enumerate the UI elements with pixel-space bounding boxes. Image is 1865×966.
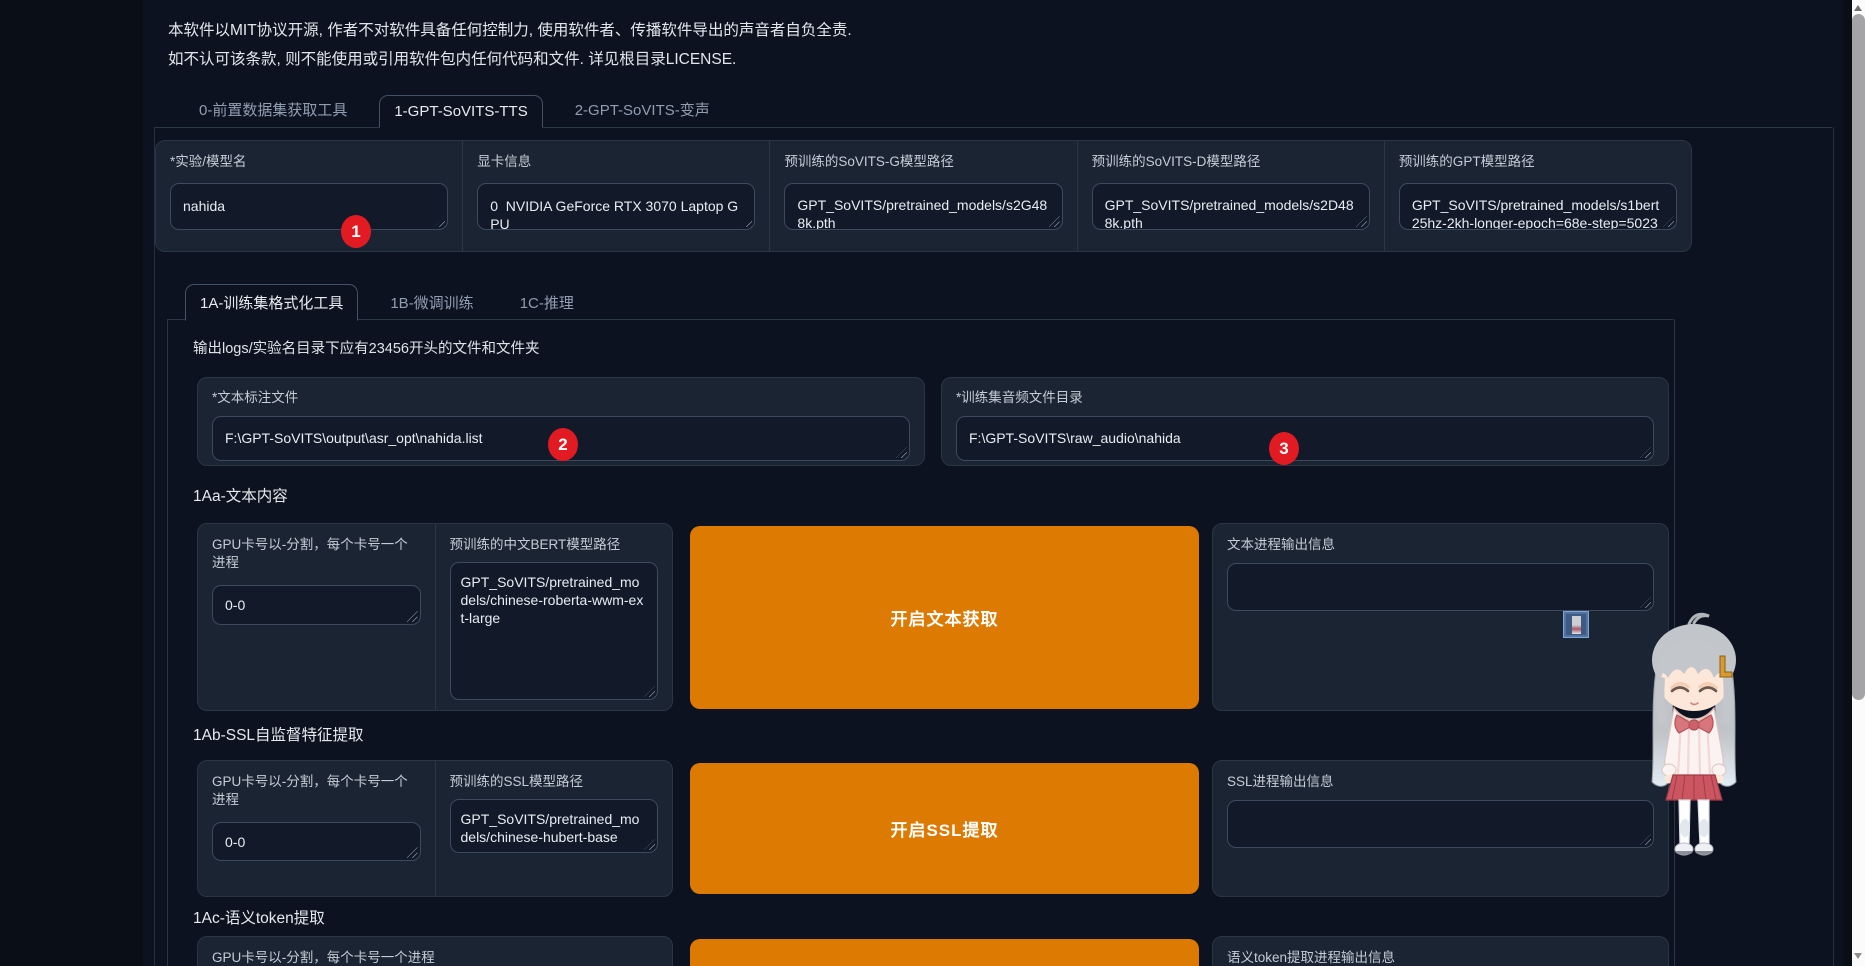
semantic-token-output-block: 语义token提取进程输出信息	[1212, 936, 1669, 966]
field-sovits-g-path: 预训练的SoVITS-G模型路径 GPT_SoVITS/pretrained_m…	[769, 141, 1076, 251]
experiment-settings-row: *实验/模型名 nahida 显卡信息 0 NVIDIA GeForce RTX…	[155, 140, 1692, 252]
scrollbar-up-arrow-icon[interactable]	[1854, 5, 1862, 11]
field-experiment-name: *实验/模型名 nahida	[156, 141, 462, 251]
gpu-ids-input-ab[interactable]: 0-0	[212, 822, 421, 861]
field-bert-path: 预训练的中文BERT模型路径 GPT_SoVITS/pretrained_mod…	[434, 524, 673, 710]
field-ssl-path: 预训练的SSL模型路径 GPT_SoVITS/pretrained_models…	[434, 761, 673, 896]
ssl-path-input[interactable]: GPT_SoVITS/pretrained_models/chinese-hub…	[449, 799, 658, 853]
text-extract-settings-block: GPU卡号以-分割，每个卡号一个进程 0-0 预训练的中文BERT模型路径 GP…	[197, 523, 673, 711]
start-semantic-token-button[interactable]	[690, 939, 1199, 966]
field-label: *训练集音频文件目录	[956, 390, 1083, 405]
text-process-output-block: 文本进程输出信息	[1212, 523, 1669, 711]
sovits-g-path-input[interactable]: GPT_SoVITS/pretrained_models/s2G488k.pth	[784, 183, 1063, 230]
section-title-1aa: 1Aa-文本内容	[193, 488, 288, 505]
field-label: 预训练的GPT模型路径	[1398, 154, 1535, 169]
license-line-1: 本软件以MIT协议开源, 作者不对软件具备任何控制力, 使用软件者、传播软件导出…	[168, 22, 852, 39]
field-sovits-d-path: 预训练的SoVITS-D模型路径 GPT_SoVITS/pretrained_m…	[1076, 141, 1384, 251]
main-tab-bar: 0-前置数据集获取工具 1-GPT-SoVITS-TTS 2-GPT-SoVIT…	[185, 92, 724, 128]
tab-0-dataset-tools[interactable]: 0-前置数据集获取工具	[185, 92, 361, 127]
field-gpu-info: 显卡信息 0 NVIDIA GeForce RTX 3070 Laptop GP…	[462, 141, 769, 251]
ssl-process-output-block: SSL进程输出信息	[1212, 760, 1669, 897]
gpt-sovits-webui: 本软件以MIT协议开源, 作者不对软件具备任何控制力, 使用软件者、传播软件导出…	[0, 0, 1865, 966]
start-text-extraction-button[interactable]: 开启文本获取	[690, 526, 1199, 709]
field-gpt-path: 预训练的GPT模型路径 GPT_SoVITS/pretrained_models…	[1383, 141, 1691, 251]
field-label: 文本进程输出信息	[1227, 537, 1335, 552]
audio-dir-input[interactable]: F:\GPT-SoVITS\raw_audio\nahida	[956, 416, 1654, 461]
logs-hint-text: 输出logs/实验名目录下应有23456开头的文件和文件夹	[193, 341, 540, 357]
license-line-2: 如不认可该条款, 则不能使用或引用软件包内任何代码和文件. 详见根目录LICEN…	[168, 51, 737, 68]
scrollbar-down-arrow-icon[interactable]	[1854, 953, 1862, 959]
subtab-1a-formatting[interactable]: 1A-训练集格式化工具	[185, 284, 359, 321]
license-notice: 本软件以MIT协议开源, 作者不对软件具备任何控制力, 使用软件者、传播软件导出…	[168, 16, 852, 74]
field-label: *实验/模型名	[170, 154, 247, 169]
tiny-image-figure	[1571, 616, 1581, 634]
annotation-marker-3: 3	[1269, 432, 1299, 465]
field-label: SSL进程输出信息	[1227, 774, 1334, 789]
field-gpu-ids-ab: GPU卡号以-分割，每个卡号一个进程 0-0	[198, 761, 435, 896]
section-title-1ab: 1Ab-SSL自监督特征提取	[193, 727, 364, 744]
field-label: 预训练的中文BERT模型路径	[449, 537, 621, 552]
text-process-output[interactable]	[1227, 563, 1654, 611]
tab-1-gpt-sovits-tts[interactable]: 1-GPT-SoVITS-TTS	[379, 95, 543, 128]
bert-path-input[interactable]: GPT_SoVITS/pretrained_models/chinese-rob…	[449, 562, 658, 700]
mascot-character-image	[1651, 612, 1737, 856]
gpu-ids-input-aa[interactable]: 0-0	[212, 585, 421, 625]
field-label: GPU卡号以-分割，每个卡号一个进程	[212, 774, 408, 807]
audio-dir-block: *训练集音频文件目录 F:\GPT-SoVITS\raw_audio\nahid…	[941, 377, 1669, 466]
field-label: GPU卡号以-分割，每个卡号一个进程	[212, 537, 408, 570]
tiny-image-thumbnail[interactable]	[1563, 611, 1589, 638]
semantic-token-settings-block: GPU卡号以-分割，每个卡号一个进程	[197, 936, 673, 966]
field-label: *文本标注文件	[212, 390, 299, 405]
field-label: 预训练的SSL模型路径	[449, 774, 584, 789]
gpt-path-input[interactable]: GPT_SoVITS/pretrained_models/s1bert25hz-…	[1398, 183, 1678, 230]
tab-2-voice-changer[interactable]: 2-GPT-SoVITS-变声	[561, 92, 724, 127]
ssl-process-output[interactable]	[1227, 800, 1654, 848]
subtab-1c-inference[interactable]: 1C-推理	[506, 285, 588, 320]
field-label: 预训练的SoVITS-G模型路径	[784, 154, 954, 169]
field-label: GPU卡号以-分割，每个卡号一个进程	[212, 950, 435, 965]
scrollbar-thumb[interactable]	[1852, 14, 1865, 700]
sovits-d-path-input[interactable]: GPT_SoVITS/pretrained_models/s2D488k.pth	[1091, 183, 1370, 230]
ssl-extract-settings-block: GPU卡号以-分割，每个卡号一个进程 0-0 预训练的SSL模型路径 GPT_S…	[197, 760, 673, 897]
field-label: 显卡信息	[477, 154, 532, 169]
scrollbar-track[interactable]	[1852, 0, 1865, 966]
experiment-name-input[interactable]: nahida	[170, 183, 449, 230]
sub-tab-bar: 1A-训练集格式化工具 1B-微调训练 1C-推理	[185, 284, 588, 321]
annotation-marker-1: 1	[341, 215, 371, 248]
gpu-info-input[interactable]: 0 NVIDIA GeForce RTX 3070 Laptop GPU	[477, 183, 756, 230]
field-gpu-ids-aa: GPU卡号以-分割，每个卡号一个进程 0-0	[198, 524, 435, 710]
annotation-marker-2: 2	[548, 428, 578, 461]
field-label: 预训练的SoVITS-D模型路径	[1091, 154, 1261, 169]
section-title-1ac: 1Ac-语义token提取	[193, 910, 325, 927]
start-ssl-extraction-button[interactable]: 开启SSL提取	[690, 763, 1199, 894]
field-label: 语义token提取进程输出信息	[1227, 950, 1396, 965]
subtab-1b-finetune[interactable]: 1B-微调训练	[376, 285, 487, 320]
